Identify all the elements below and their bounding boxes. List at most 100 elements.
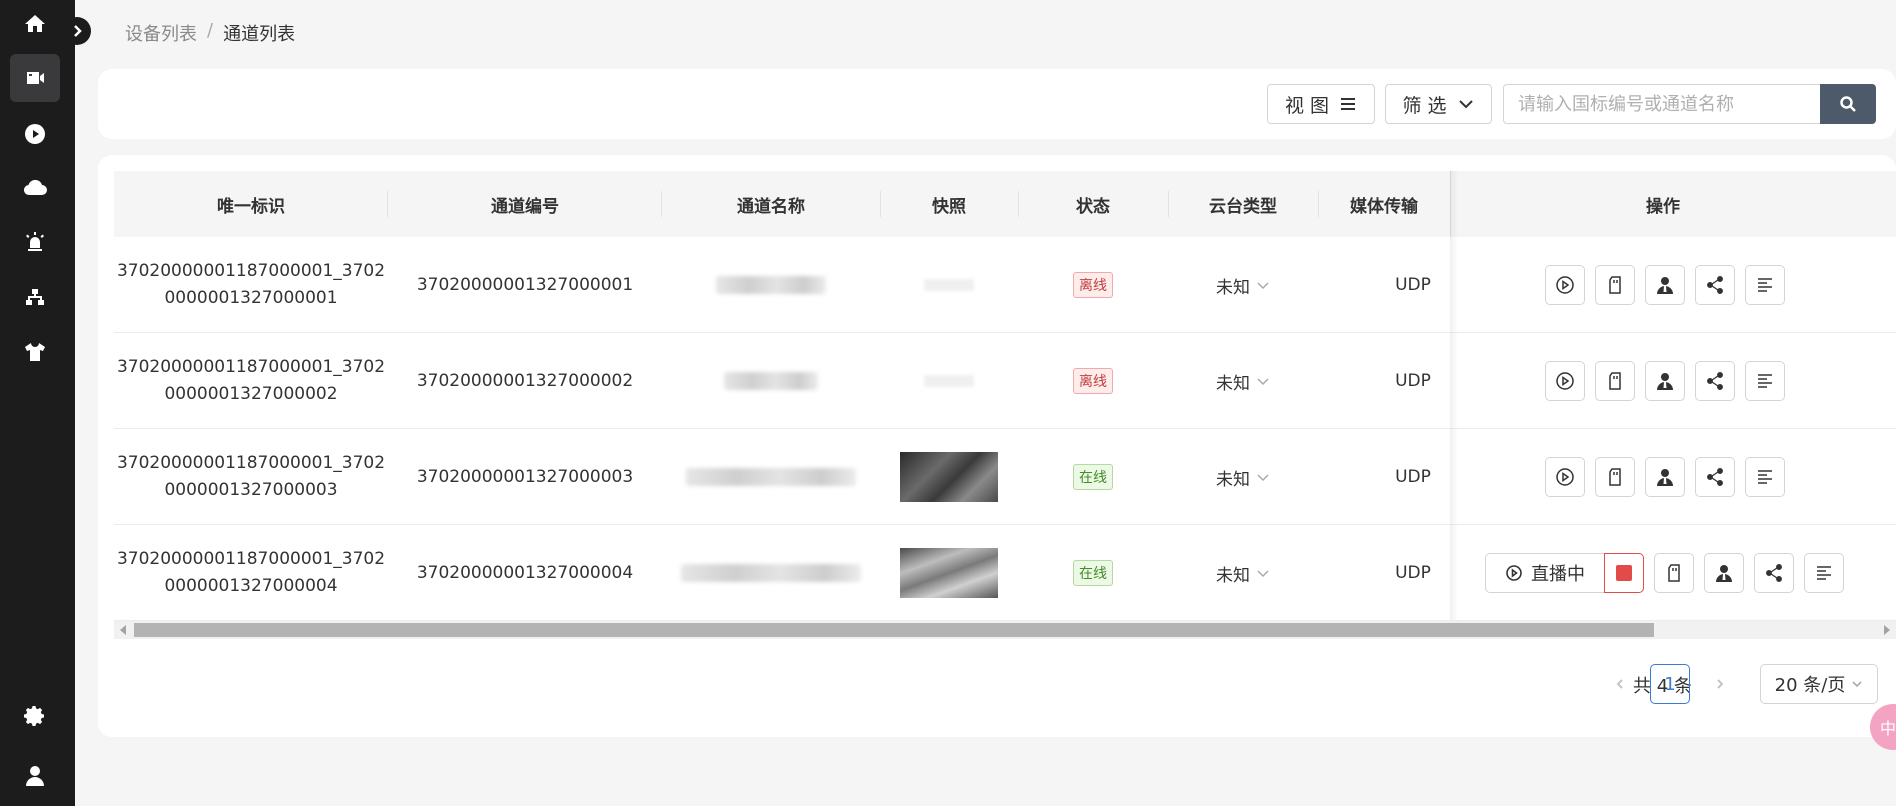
share-icon (1707, 372, 1723, 390)
play-button[interactable] (1545, 457, 1585, 497)
prev-page-button[interactable] (1608, 672, 1632, 696)
fixed-column-shadow (1450, 171, 1458, 620)
sidebar-item-playback[interactable] (10, 110, 60, 158)
sidebar-item-alarm[interactable] (10, 218, 60, 266)
scroll-left-arrow[interactable] (120, 625, 126, 635)
user-tie-icon (1657, 277, 1673, 294)
chevron-down-icon (1257, 378, 1269, 386)
horizontal-scrollbar[interactable] (114, 621, 1896, 639)
header-unique-id: 唯一标识 (217, 196, 285, 217)
chevron-right-icon (1717, 679, 1724, 689)
align-left-icon (1758, 470, 1772, 484)
gear-icon (24, 706, 44, 726)
sidebar-item-settings[interactable] (10, 692, 60, 740)
details-button[interactable] (1804, 553, 1844, 593)
sidebar-item-shirt[interactable] (10, 328, 60, 376)
cell-snapshot[interactable] (880, 429, 1018, 525)
stop-icon (1616, 565, 1632, 581)
cell-channel-no: 37020000001327000004 (416, 563, 634, 583)
record-button[interactable] (1595, 457, 1635, 497)
sidebar-item-user[interactable] (10, 752, 60, 800)
stop-stream-button[interactable] (1604, 553, 1644, 593)
search-button[interactable] (1820, 84, 1876, 124)
user-icon (26, 766, 44, 786)
sidebar-item-network[interactable] (10, 274, 60, 322)
page-size-label: 20 条/页 (1774, 675, 1846, 696)
cell-media: UDP (1395, 275, 1431, 295)
toolbar: 视 图 筛 选 (98, 69, 1896, 139)
details-button[interactable] (1745, 265, 1785, 305)
filter-dropdown[interactable]: 筛 选 (1385, 84, 1492, 124)
table-row: 37020000001187000001_3702 000000132700000… (114, 525, 1896, 621)
sidebar-item-devices[interactable] (10, 54, 60, 102)
details-button[interactable] (1745, 361, 1785, 401)
user-tie-icon (1657, 469, 1673, 486)
cell-ptz-type[interactable]: 未知 (1168, 429, 1318, 525)
cell-channel-name-blurred (662, 429, 880, 525)
chevron-down-icon (1458, 100, 1473, 109)
view-button[interactable]: 视 图 (1267, 84, 1375, 124)
play-circle-icon (1556, 276, 1574, 294)
scrollbar-thumb[interactable] (134, 623, 1654, 637)
share-button[interactable] (1695, 457, 1735, 497)
header-status: 状态 (1076, 196, 1110, 217)
ptz-control-button[interactable] (1645, 457, 1685, 497)
header-actions: 操作 (1646, 196, 1680, 217)
record-button[interactable] (1595, 361, 1635, 401)
snapshot-image[interactable] (900, 452, 998, 502)
breadcrumb-separator: / (207, 20, 214, 41)
ptz-control-button[interactable] (1704, 553, 1744, 593)
details-button[interactable] (1745, 457, 1785, 497)
user-tie-icon (1657, 373, 1673, 390)
cell-channel-name-blurred (662, 237, 880, 333)
sidebar-collapse-button[interactable] (63, 17, 91, 45)
cell-unique-id: 37020000001187000001_3702 000000132700000… (116, 453, 386, 500)
header-channel-no: 通道编号 (491, 196, 559, 217)
table-row: 37020000001187000001_3702 000000132700000… (114, 237, 1896, 333)
record-button[interactable] (1654, 553, 1694, 593)
chevron-down-icon (1257, 282, 1269, 290)
snapshot-image[interactable] (900, 548, 998, 598)
page-size-select[interactable]: 20 条/页 (1760, 664, 1878, 704)
sidebar-item-cloud[interactable] (10, 164, 60, 212)
live-streaming-button[interactable]: 直播中 (1485, 553, 1605, 593)
share-button[interactable] (1754, 553, 1794, 593)
play-circle-icon (1556, 372, 1574, 390)
alarm-icon (26, 232, 44, 251)
cell-media: UDP (1395, 467, 1431, 487)
chevron-down-icon (1852, 681, 1862, 688)
share-button[interactable] (1695, 265, 1735, 305)
play-icon (25, 124, 45, 144)
cell-ptz-type[interactable]: 未知 (1168, 525, 1318, 621)
align-left-icon (1817, 566, 1831, 580)
chevron-down-icon (1257, 474, 1269, 482)
share-button[interactable] (1695, 361, 1735, 401)
cell-channel-no: 37020000001327000003 (416, 467, 634, 487)
cell-snapshot[interactable] (880, 525, 1018, 621)
breadcrumb-device-list[interactable]: 设备列表 (125, 20, 197, 46)
cell-channel-no: 37020000001327000001 (416, 275, 634, 295)
sd-card-icon (1609, 276, 1621, 294)
ptz-control-button[interactable] (1645, 361, 1685, 401)
search-input[interactable] (1503, 84, 1820, 124)
scroll-right-arrow[interactable] (1884, 625, 1890, 635)
share-icon (1707, 468, 1723, 486)
cell-snapshot-empty (880, 333, 1018, 429)
cell-status: 在线 (1018, 525, 1168, 621)
page-number-current[interactable]: 1 (1650, 664, 1690, 704)
play-button[interactable] (1545, 361, 1585, 401)
header-ptz-type: 云台类型 (1209, 196, 1277, 217)
header-snapshot: 快照 (932, 196, 966, 217)
cell-status: 离线 (1018, 237, 1168, 333)
cell-ptz-type[interactable]: 未知 (1168, 237, 1318, 333)
cell-unique-id: 37020000001187000001_3702 000000132700000… (116, 357, 386, 404)
chevron-right-icon (74, 25, 82, 37)
table-header: 唯一标识 通道编号 通道名称 快照 状态 云台类型 媒体传输 操作 (114, 171, 1896, 237)
cell-ptz-type[interactable]: 未知 (1168, 333, 1318, 429)
record-button[interactable] (1595, 265, 1635, 305)
header-channel-name: 通道名称 (737, 196, 805, 217)
next-page-button[interactable] (1708, 672, 1732, 696)
ptz-control-button[interactable] (1645, 265, 1685, 305)
play-button[interactable] (1545, 265, 1585, 305)
sidebar-item-home[interactable] (10, 0, 60, 48)
